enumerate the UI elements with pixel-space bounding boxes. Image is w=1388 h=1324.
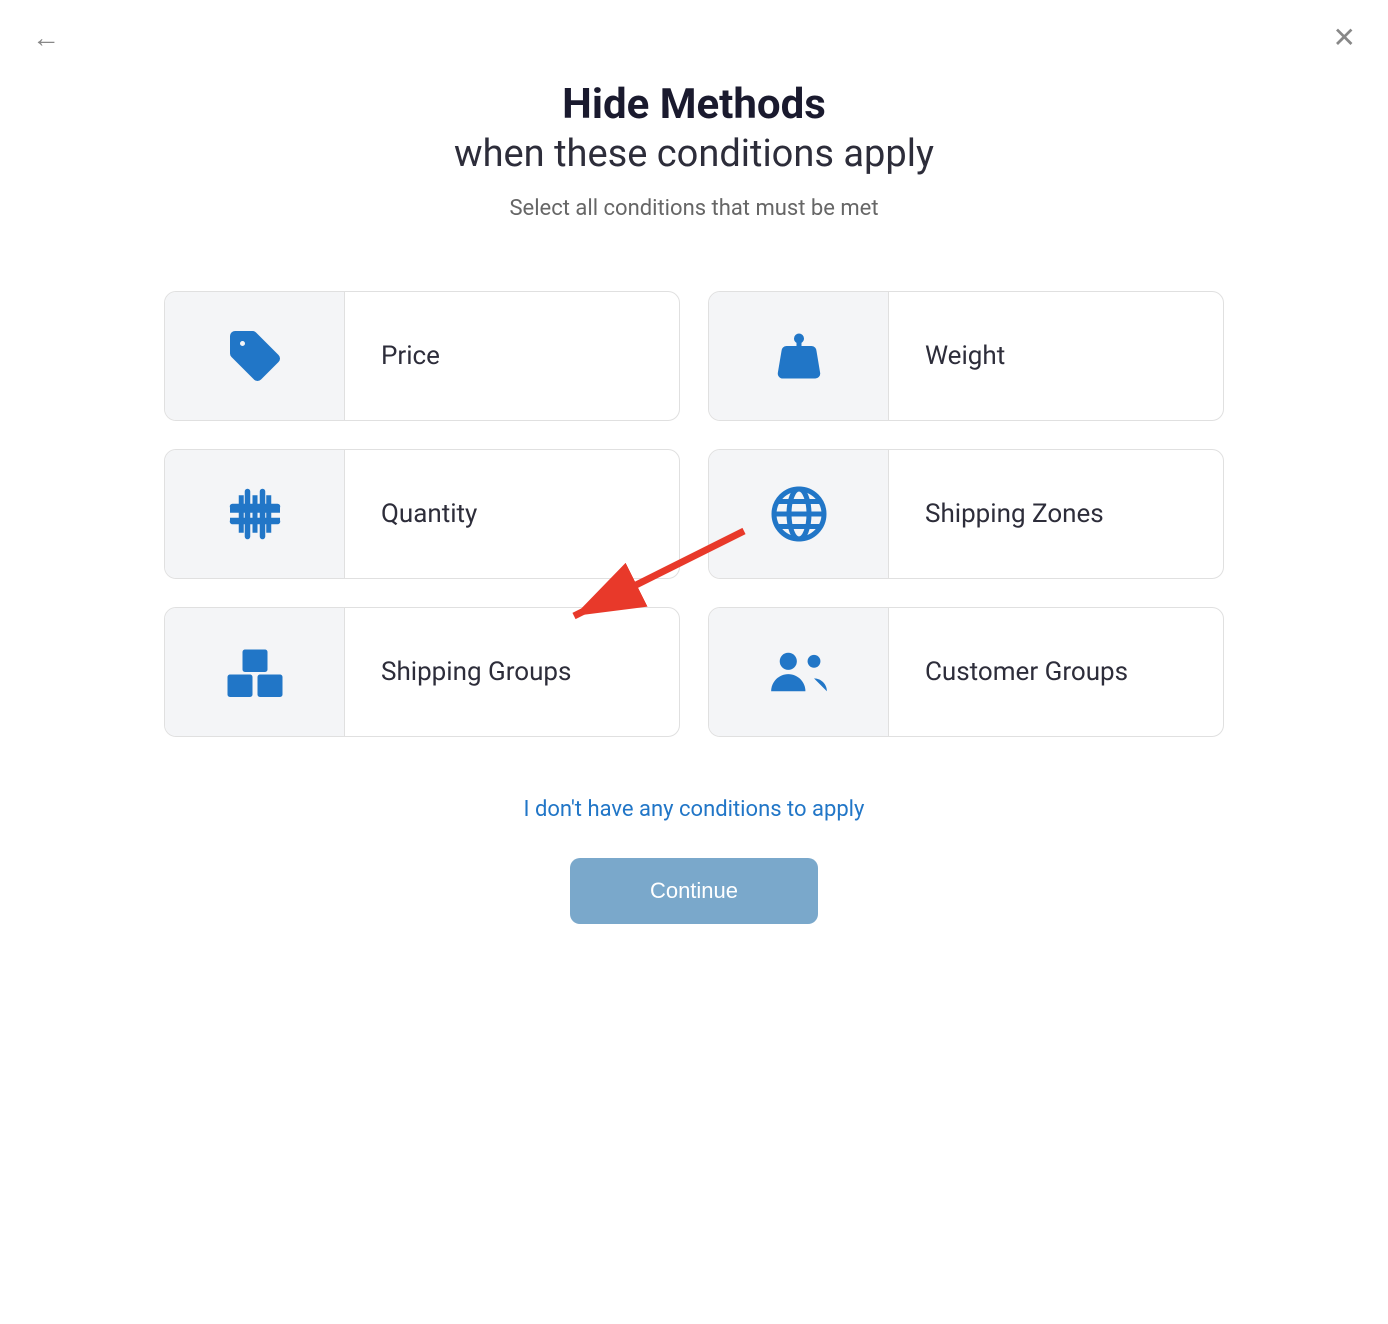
weight-label: Weight (889, 341, 1223, 371)
card-shipping-zones[interactable]: Shipping Zones (708, 449, 1224, 579)
close-button[interactable]: ✕ (1333, 24, 1356, 52)
weight-icon (769, 326, 829, 386)
shipping-groups-icon-area (165, 608, 345, 736)
no-conditions-link[interactable]: I don't have any conditions to apply (524, 797, 865, 822)
price-tag-icon (225, 326, 285, 386)
continue-button[interactable]: Continue (570, 858, 818, 924)
globe-icon (769, 484, 829, 544)
people-icon (769, 642, 829, 702)
card-shipping-groups[interactable]: Shipping Groups (164, 607, 680, 737)
page-header: Hide Methods when these conditions apply… (454, 80, 934, 221)
price-icon-area (165, 292, 345, 420)
close-icon: ✕ (1333, 21, 1356, 54)
page-title: Hide Methods (454, 80, 934, 130)
shipping-zones-label: Shipping Zones (889, 499, 1223, 529)
quantity-icon-area (165, 450, 345, 578)
page-subtitle: when these conditions apply (454, 130, 934, 179)
card-customer-groups[interactable]: Customer Groups (708, 607, 1224, 737)
card-price[interactable]: Price (164, 291, 680, 421)
boxes-icon (225, 642, 285, 702)
customer-groups-icon-area (709, 608, 889, 736)
page-description: Select all conditions that must be met (454, 196, 934, 221)
back-arrow-icon: ← (32, 21, 60, 54)
card-weight[interactable]: Weight (708, 291, 1224, 421)
weight-icon-area (709, 292, 889, 420)
shipping-groups-label: Shipping Groups (345, 657, 679, 687)
quantity-icon (225, 484, 285, 544)
shipping-zones-icon-area (709, 450, 889, 578)
back-button[interactable]: ← (32, 24, 60, 52)
customer-groups-label: Customer Groups (889, 657, 1223, 687)
price-label: Price (345, 341, 679, 371)
quantity-label: Quantity (345, 499, 679, 529)
conditions-grid: Price Weight Quantity (164, 291, 1224, 737)
card-quantity[interactable]: Quantity (164, 449, 680, 579)
